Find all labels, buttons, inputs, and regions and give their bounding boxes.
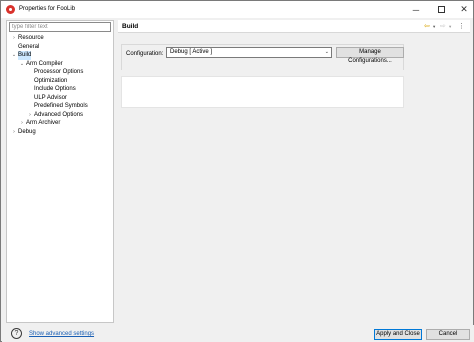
maximize-button[interactable] <box>430 1 452 18</box>
tree-item[interactable]: Optimization <box>7 77 113 86</box>
configuration-selected-value: Debug [ Active ] <box>170 49 213 55</box>
forward-history-dropdown-icon[interactable]: ▾ <box>449 22 451 31</box>
tree-item[interactable]: General <box>7 43 113 52</box>
close-button[interactable]: ✕ <box>453 1 474 18</box>
close-icon: ✕ <box>460 4 468 14</box>
filter-input[interactable] <box>9 22 111 32</box>
page-header: Build ⇦ ▾ ⇨ ▾ ⋮ <box>118 20 470 33</box>
maximize-icon <box>437 6 445 13</box>
tree-item[interactable]: › Debug <box>7 128 113 137</box>
tree-item-label: Advanced Options <box>34 111 84 118</box>
tree-item[interactable]: ⌄ Arm Compiler <box>7 60 113 69</box>
help-icon[interactable]: ? <box>11 328 22 339</box>
tree-item[interactable]: › Resource <box>7 34 113 43</box>
tree-item-label: Predefined Symbols <box>34 103 88 109</box>
minimize-icon: ─ <box>412 4 420 15</box>
tree-item-label: Resource <box>18 35 44 41</box>
tree-item[interactable]: ULP Advisor <box>7 94 113 103</box>
forward-arrow-icon[interactable]: ⇨ <box>440 22 446 31</box>
chevron-down-icon[interactable]: ⌄ <box>11 51 17 60</box>
title-bar: Properties for FooLib ─ ✕ <box>1 1 473 18</box>
chevron-down-icon: ⌄ <box>324 49 329 55</box>
tree-item-label: ULP Advisor <box>34 94 67 101</box>
chevron-right-icon[interactable]: › <box>11 128 17 137</box>
page-title: Build <box>122 23 139 30</box>
tree-item-label: General <box>18 43 40 50</box>
configuration-label: Configuration: <box>126 51 164 57</box>
window-title: Properties for FooLib <box>19 6 76 12</box>
chevron-down-icon[interactable]: ⌄ <box>19 60 25 69</box>
tree-item-label: Build <box>18 51 32 60</box>
view-menu-icon[interactable]: ⋮ <box>458 22 465 31</box>
configuration-select[interactable]: Debug [ Active ] ⌄ <box>166 47 332 58</box>
chevron-right-icon[interactable]: › <box>11 34 17 43</box>
cancel-button[interactable]: Cancel <box>426 329 470 340</box>
tree-item[interactable]: › Arm Archiver <box>7 119 113 128</box>
show-advanced-settings-link[interactable]: Show advanced settings <box>29 331 94 337</box>
tree-item[interactable]: ⌄ Build <box>7 51 113 60</box>
manage-configurations-button[interactable]: Manage Configurations... <box>336 47 404 64</box>
tree-item-label: Arm Archiver <box>26 120 61 126</box>
back-arrow-icon[interactable]: ⇦ <box>424 22 430 31</box>
properties-dialog: Properties for FooLib ─ ✕ ›ResourceGener… <box>0 0 474 342</box>
configuration-section: Configuration: Debug [ Active ] ⌄ Manage… <box>121 44 404 70</box>
tree-item-label: Arm Compiler <box>26 60 63 67</box>
tree-item[interactable]: Processor Options <box>7 68 113 77</box>
chevron-right-icon[interactable]: › <box>19 119 25 128</box>
apply-and-close-button[interactable]: Apply and Close <box>374 329 422 340</box>
content-pane: Build ⇦ ▾ ⇨ ▾ ⋮ Configuration: Debug [ A… <box>118 20 470 323</box>
tree-item-label: Include Options <box>34 86 76 92</box>
app-logo-icon <box>6 5 15 14</box>
build-settings-panel <box>121 76 404 108</box>
tree-item[interactable]: › Advanced Options <box>7 111 113 120</box>
tree-item-label: Processor Options <box>34 69 84 75</box>
tree-item[interactable]: Predefined Symbols <box>7 102 113 111</box>
tree-item-label: Debug <box>18 128 36 135</box>
minimize-button[interactable]: ─ <box>405 1 427 18</box>
button-bar: ? Show advanced settings Apply and Close… <box>2 325 474 342</box>
property-tree: › Resource General ⌄ Build ⌄ Arm Compiler Proce… <box>7 34 113 136</box>
navigation-pane: ›ResourceGeneral⌄Build⌄Arm CompilerProce… <box>6 20 114 323</box>
chevron-right-icon[interactable]: › <box>27 111 33 120</box>
back-history-dropdown-icon[interactable]: ▾ <box>433 22 435 31</box>
tree-item-label: Optimization <box>34 77 68 84</box>
tree-item[interactable]: Include Options <box>7 85 113 94</box>
